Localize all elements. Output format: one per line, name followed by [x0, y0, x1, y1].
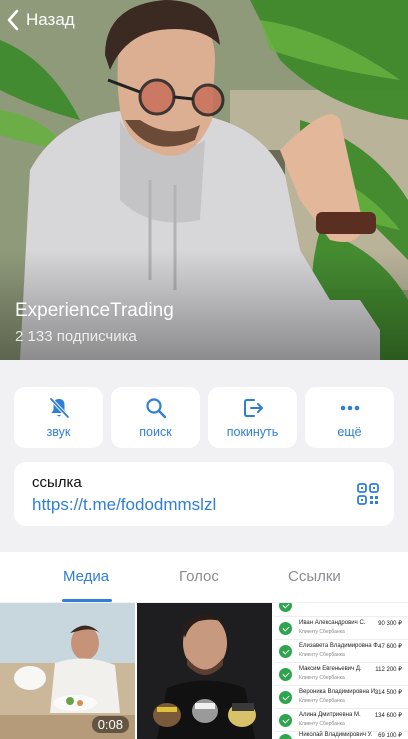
media-video-tile[interactable]: 0:08	[0, 603, 135, 739]
more-button[interactable]: ещё	[305, 387, 394, 448]
photo-thumbnail	[137, 603, 272, 739]
back-button[interactable]: Назад	[6, 8, 75, 32]
transfer-subtitle: Клиенту Сбербанка	[299, 652, 345, 658]
chevron-left-icon	[7, 9, 19, 31]
action-bar: звук поиск покинуть ещё	[14, 387, 394, 448]
transfer-name: Алина Дмитриевна М.	[299, 712, 361, 718]
transfer-name: Вероника Владимировна И.	[299, 689, 377, 695]
transfer-name: Иван Александрович С.	[299, 620, 366, 626]
transfer-amount: 90 300 ₽	[378, 621, 402, 627]
channel-photo[interactable]: Назад ExperienceTrading 2 133 подписчика	[0, 0, 408, 360]
check-icon	[279, 734, 292, 739]
bell-slash-icon	[49, 397, 69, 419]
check-icon	[279, 714, 292, 727]
transfer-amount: 47 600 ₽	[378, 644, 402, 650]
search-icon	[145, 398, 166, 419]
transfer-row: Иван Александрович С. Клиенту Сбербанка …	[274, 617, 408, 640]
more-icon	[340, 405, 359, 411]
transfer-row: Вероника Владимировна И. Клиенту Сбербан…	[274, 686, 408, 709]
video-duration: 0:08	[91, 716, 129, 733]
link-card: ссылка https://t.me/fododmmslzl	[14, 462, 394, 526]
transfer-name: Елизавета Владимировна Ф.	[299, 643, 380, 649]
check-icon	[279, 645, 292, 658]
media-photo-tile[interactable]	[137, 603, 272, 739]
transfer-row: Максим Евгеньевич Д. Клиенту Сбербанка 1…	[274, 663, 408, 686]
channel-name: ExperienceTrading	[15, 300, 174, 321]
search-button[interactable]: поиск	[111, 387, 200, 448]
transfer-subtitle: Клиенту Сбербанка	[299, 698, 345, 704]
media-grid: 0:08 Иван Александрович С. Клиенту Сберб…	[0, 603, 408, 739]
tab-media[interactable]: Медиа	[63, 568, 109, 585]
check-icon	[279, 622, 292, 635]
qr-code-icon[interactable]	[356, 482, 380, 506]
transfer-row	[274, 603, 408, 617]
transfer-subtitle: Клиенту Сбербанка	[299, 721, 345, 727]
more-label: ещё	[337, 425, 362, 439]
leave-icon	[243, 399, 263, 417]
tab-links[interactable]: Ссылки	[288, 568, 341, 585]
mute-button[interactable]: звук	[14, 387, 103, 448]
media-tabs: Медиа Голос Ссылки	[0, 552, 408, 602]
mute-label: звук	[46, 425, 71, 439]
link-title: ссылка	[32, 474, 82, 491]
transfer-name: Максим Евгеньевич Д.	[299, 666, 362, 672]
transfer-subtitle: Клиенту Сбербанка	[299, 629, 345, 635]
transfer-amount: 69 100 ₽	[378, 733, 402, 739]
transfer-row: Николай Владимирович У. 69 100 ₽	[274, 729, 408, 739]
media-screenshot-tile[interactable]: Иван Александрович С. Клиенту Сбербанка …	[274, 603, 408, 739]
leave-label: покинуть	[226, 425, 279, 439]
check-icon	[279, 603, 292, 612]
check-icon	[279, 668, 292, 681]
channel-link[interactable]: https://t.me/fododmmslzl	[32, 495, 376, 515]
check-icon	[279, 691, 292, 704]
leave-button[interactable]: покинуть	[208, 387, 297, 448]
transfer-amount: 112 200 ₽	[375, 667, 402, 673]
transfer-subtitle: Клиенту Сбербанка	[299, 675, 345, 681]
back-label: Назад	[26, 10, 75, 29]
active-tab-indicator	[62, 599, 112, 602]
subscriber-count: 2 133 подписчика	[15, 328, 137, 345]
search-label: поиск	[139, 425, 172, 439]
transfer-name: Николай Владимирович У.	[299, 732, 373, 738]
transfer-amount: 134 600 ₽	[374, 713, 402, 719]
transfer-row: Елизавета Владимировна Ф. Клиенту Сберба…	[274, 640, 408, 663]
transfer-amount: 314 500 ₽	[374, 690, 402, 696]
tab-voice[interactable]: Голос	[179, 568, 219, 585]
